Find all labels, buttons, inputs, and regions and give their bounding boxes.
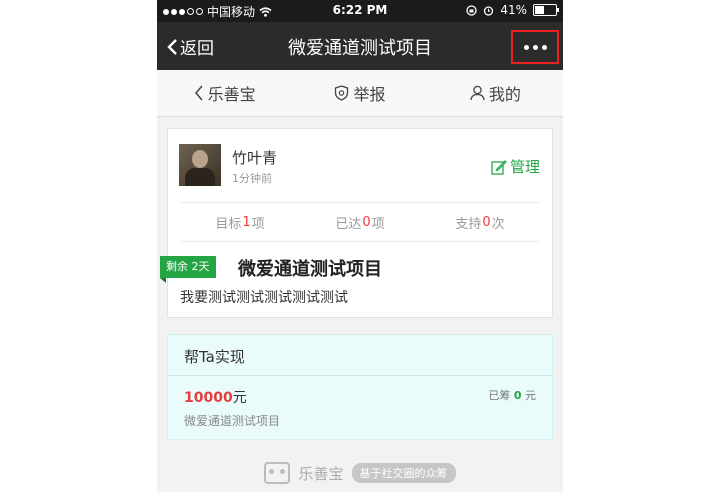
page-title: 微爱通道测试项目 [288, 38, 432, 59]
battery-icon [533, 4, 559, 16]
project-description: 我要测试测试测试测试测试 [180, 290, 348, 306]
tab-label: 我的 [488, 85, 521, 104]
support-title: 帮Ta实现 [184, 348, 245, 366]
avatar[interactable] [179, 144, 221, 186]
stat-goal: 目标 1 项 [215, 214, 265, 232]
more-dots-icon [523, 44, 529, 50]
stat-achieved: 已达 0 项 [335, 214, 385, 232]
brand-logo-icon [264, 462, 291, 484]
shield-icon [335, 85, 349, 101]
raised-amount: 已筹 0 元 [488, 389, 536, 402]
footer-brand: 乐善宝 [298, 464, 344, 483]
status-bar: 中国移动 6:22 PM 41% [157, 0, 563, 22]
edit-icon [491, 159, 507, 175]
support-project-name: 微爱通道测试项目 [184, 414, 281, 428]
tab-report[interactable]: 举报 [292, 70, 427, 116]
goal-amount: 10000元 [184, 390, 247, 406]
status-right: 41% [466, 3, 559, 17]
more-button[interactable] [511, 30, 559, 64]
support-header: 帮Ta实现 [168, 335, 552, 376]
support-card[interactable]: 帮Ta实现 10000元 已筹 0 元 微爱通道测试项目 [167, 334, 553, 440]
phone-screen: 中国移动 6:22 PM 41% 返回 微爱通道测试项目 乐善宝 举报 我的 竹… [157, 0, 563, 492]
stats-row: 目标 1 项 已达 0 项 支持 0 次 [180, 202, 540, 242]
user-icon [470, 85, 485, 101]
nav-bar: 返回 微爱通道测试项目 [157, 22, 563, 70]
tab-leshanbao[interactable]: 乐善宝 [157, 70, 292, 116]
stat-support: 支持 0 次 [455, 214, 505, 232]
battery-percent: 41% [500, 3, 527, 17]
project-card: 竹叶青 1分钟前 管理 目标 1 项 已达 0 项 支持 0 次 剩余 2天 微… [160, 128, 553, 318]
lock-rotation-icon [466, 4, 477, 16]
remaining-days-badge: 剩余 2天 [160, 256, 216, 283]
user-name[interactable]: 竹叶青 [232, 147, 277, 168]
manage-label: 管理 [509, 158, 540, 176]
manage-button[interactable]: 管理 [491, 156, 540, 177]
tab-bar: 乐善宝 举报 我的 [157, 70, 563, 117]
chevron-left-icon [194, 85, 203, 101]
tab-label: 乐善宝 [207, 85, 256, 104]
footer: 乐善宝 基于社交圈的众筹 [157, 462, 563, 484]
alarm-icon [484, 5, 494, 16]
project-title: 微爱通道测试项目 [238, 259, 382, 280]
post-time: 1分钟前 [232, 172, 272, 185]
footer-tagline: 基于社交圈的众筹 [351, 463, 456, 483]
tab-label: 举报 [353, 85, 386, 104]
tab-mine[interactable]: 我的 [428, 70, 563, 116]
